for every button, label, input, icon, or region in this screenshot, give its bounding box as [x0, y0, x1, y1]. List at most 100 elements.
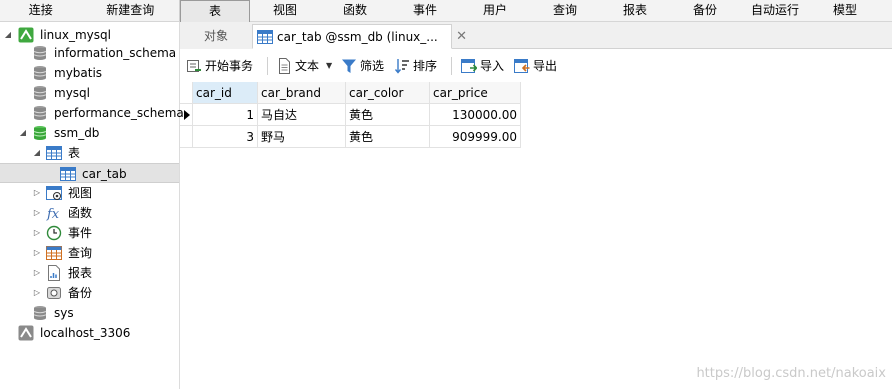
connection-icon	[18, 325, 34, 341]
column-header-car-brand[interactable]: car_brand	[258, 82, 346, 104]
table-cell[interactable]: 马自达	[258, 104, 346, 126]
import-icon	[461, 58, 478, 74]
collapse-arrow-icon[interactable]: ▷	[32, 223, 42, 243]
query-icon	[46, 245, 62, 261]
object-menu: 表 视图 函数 事件 用户 查询 报表 备份 自动运行 模型	[180, 0, 892, 22]
tree-table-car-tab[interactable]: car_tab	[0, 163, 179, 183]
connection-menu: 连接 新建查询	[0, 0, 180, 21]
table-cell[interactable]: 3	[193, 126, 258, 148]
database-icon	[32, 105, 48, 121]
database-open-icon	[32, 125, 48, 141]
toolbar-divider	[451, 57, 452, 75]
table-cell[interactable]: 909999.00	[430, 126, 521, 148]
filter-icon	[341, 58, 357, 74]
collapse-arrow-icon[interactable]: ▷	[32, 263, 42, 283]
table-cell[interactable]: 黄色	[346, 126, 430, 148]
database-icon	[32, 305, 48, 321]
table-cell[interactable]: 黄色	[346, 104, 430, 126]
table-toolbar: 开始事务 文本 ▼ 筛选 排序 导入 导出	[180, 50, 892, 82]
collapse-arrow-icon[interactable]: ▷	[32, 243, 42, 263]
tree-db-performance-schema[interactable]: performance_schema	[0, 103, 184, 123]
tree-group-functions[interactable]: ▷ fx 函数	[0, 203, 179, 223]
watermark: https://blog.csdn.net/nakoaix	[696, 366, 886, 381]
tab-bar: 对象 car_tab @ssm_db (linux_... ✕	[180, 22, 892, 49]
tree-label: performance_schema	[54, 106, 184, 120]
close-icon[interactable]: ✕	[456, 25, 467, 49]
sort-icon	[394, 58, 410, 74]
table-cell[interactable]: 1	[193, 104, 258, 126]
menu-table[interactable]: 表	[180, 0, 250, 22]
tree-db-information-schema[interactable]: information_schema	[0, 43, 179, 63]
current-row-marker-icon[interactable]	[180, 104, 193, 126]
chevron-down-icon[interactable]: ▼	[326, 57, 332, 75]
tree-label: information_schema	[54, 46, 177, 60]
table-icon	[60, 166, 76, 182]
column-header-car-color[interactable]: car_color	[346, 82, 430, 104]
database-icon	[32, 45, 48, 61]
table-cell[interactable]: 130000.00	[430, 104, 521, 126]
table-cell[interactable]: 野马	[258, 126, 346, 148]
clock-icon	[46, 225, 62, 241]
connection-icon	[18, 27, 34, 43]
tree-connection-linux-mysql[interactable]: ◢ linux_mysql	[0, 25, 179, 45]
menu-report[interactable]: 报表	[600, 0, 670, 22]
tree-db-ssm-db[interactable]: ◢ ssm_db	[0, 123, 179, 143]
collapse-arrow-icon[interactable]: ▷	[32, 183, 42, 203]
menu-new-query[interactable]: 新建查询	[82, 0, 179, 22]
table-icon	[257, 29, 273, 45]
tree-label: 查询	[68, 246, 93, 260]
menu-model[interactable]: 模型	[810, 0, 880, 22]
tree-group-events[interactable]: ▷ 事件	[0, 223, 179, 243]
tree-label: 事件	[68, 226, 93, 240]
menu-event[interactable]: 事件	[390, 0, 460, 22]
tree-group-queries[interactable]: ▷ 查询	[0, 243, 179, 263]
menu-query[interactable]: 查询	[530, 0, 600, 22]
navigation-tree: ◢ linux_mysql information_schema mybatis…	[0, 22, 184, 389]
tree-label: 报表	[68, 266, 93, 280]
tree-label: 备份	[68, 286, 93, 300]
menu-user[interactable]: 用户	[460, 0, 530, 22]
menu-autorun[interactable]: 自动运行	[740, 0, 810, 22]
export-icon	[514, 58, 530, 74]
tree-label: car_tab	[82, 167, 127, 181]
backup-icon	[46, 285, 62, 301]
tree-db-mysql[interactable]: mysql	[0, 83, 179, 103]
tab-objects[interactable]: 对象	[180, 24, 252, 49]
tab-title: car_tab @ssm_db (linux_...	[277, 30, 438, 44]
tree-label: 表	[68, 146, 81, 160]
tree-db-sys[interactable]: sys	[0, 303, 179, 323]
menu-function[interactable]: 函数	[320, 0, 390, 22]
tree-label: mysql	[54, 86, 90, 100]
tree-label: mybatis	[54, 66, 103, 80]
menu-backup[interactable]: 备份	[670, 0, 740, 22]
tree-label: 函数	[68, 206, 93, 220]
tree-label: localhost_3306	[40, 326, 131, 340]
transaction-icon	[186, 58, 202, 74]
collapse-arrow-icon[interactable]: ▷	[32, 283, 42, 303]
tree-db-mybatis[interactable]: mybatis	[0, 63, 179, 83]
database-icon	[32, 65, 48, 81]
tree-group-views[interactable]: ▷ 视图	[0, 183, 179, 203]
tree-label: ssm_db	[54, 126, 100, 140]
tree-group-reports[interactable]: ▷ 报表	[0, 263, 179, 283]
column-header-car-id[interactable]: car_id	[193, 82, 258, 104]
tree-connection-localhost[interactable]: localhost_3306	[0, 323, 179, 343]
expand-arrow-icon[interactable]: ◢	[18, 123, 28, 143]
column-header-car-price[interactable]: car_price	[430, 82, 521, 104]
collapse-arrow-icon[interactable]: ▷	[32, 203, 42, 223]
tree-group-tables[interactable]: ◢ 表	[0, 143, 179, 163]
toolbar-divider	[267, 57, 268, 75]
report-icon	[46, 265, 62, 281]
expand-arrow-icon[interactable]: ◢	[3, 25, 13, 45]
tab-car-tab[interactable]: car_tab @ssm_db (linux_... ✕	[252, 24, 467, 49]
tree-group-backups[interactable]: ▷ 备份	[0, 283, 179, 303]
database-icon	[32, 85, 48, 101]
menu-view[interactable]: 视图	[250, 0, 320, 22]
tree-label: sys	[54, 306, 74, 320]
svg-text:fx: fx	[46, 207, 60, 221]
function-icon: fx	[46, 205, 62, 222]
expand-arrow-icon[interactable]: ◢	[32, 143, 42, 163]
menu-connect[interactable]: 连接	[0, 0, 82, 22]
header-corner	[180, 82, 193, 104]
row-marker[interactable]	[180, 126, 193, 148]
